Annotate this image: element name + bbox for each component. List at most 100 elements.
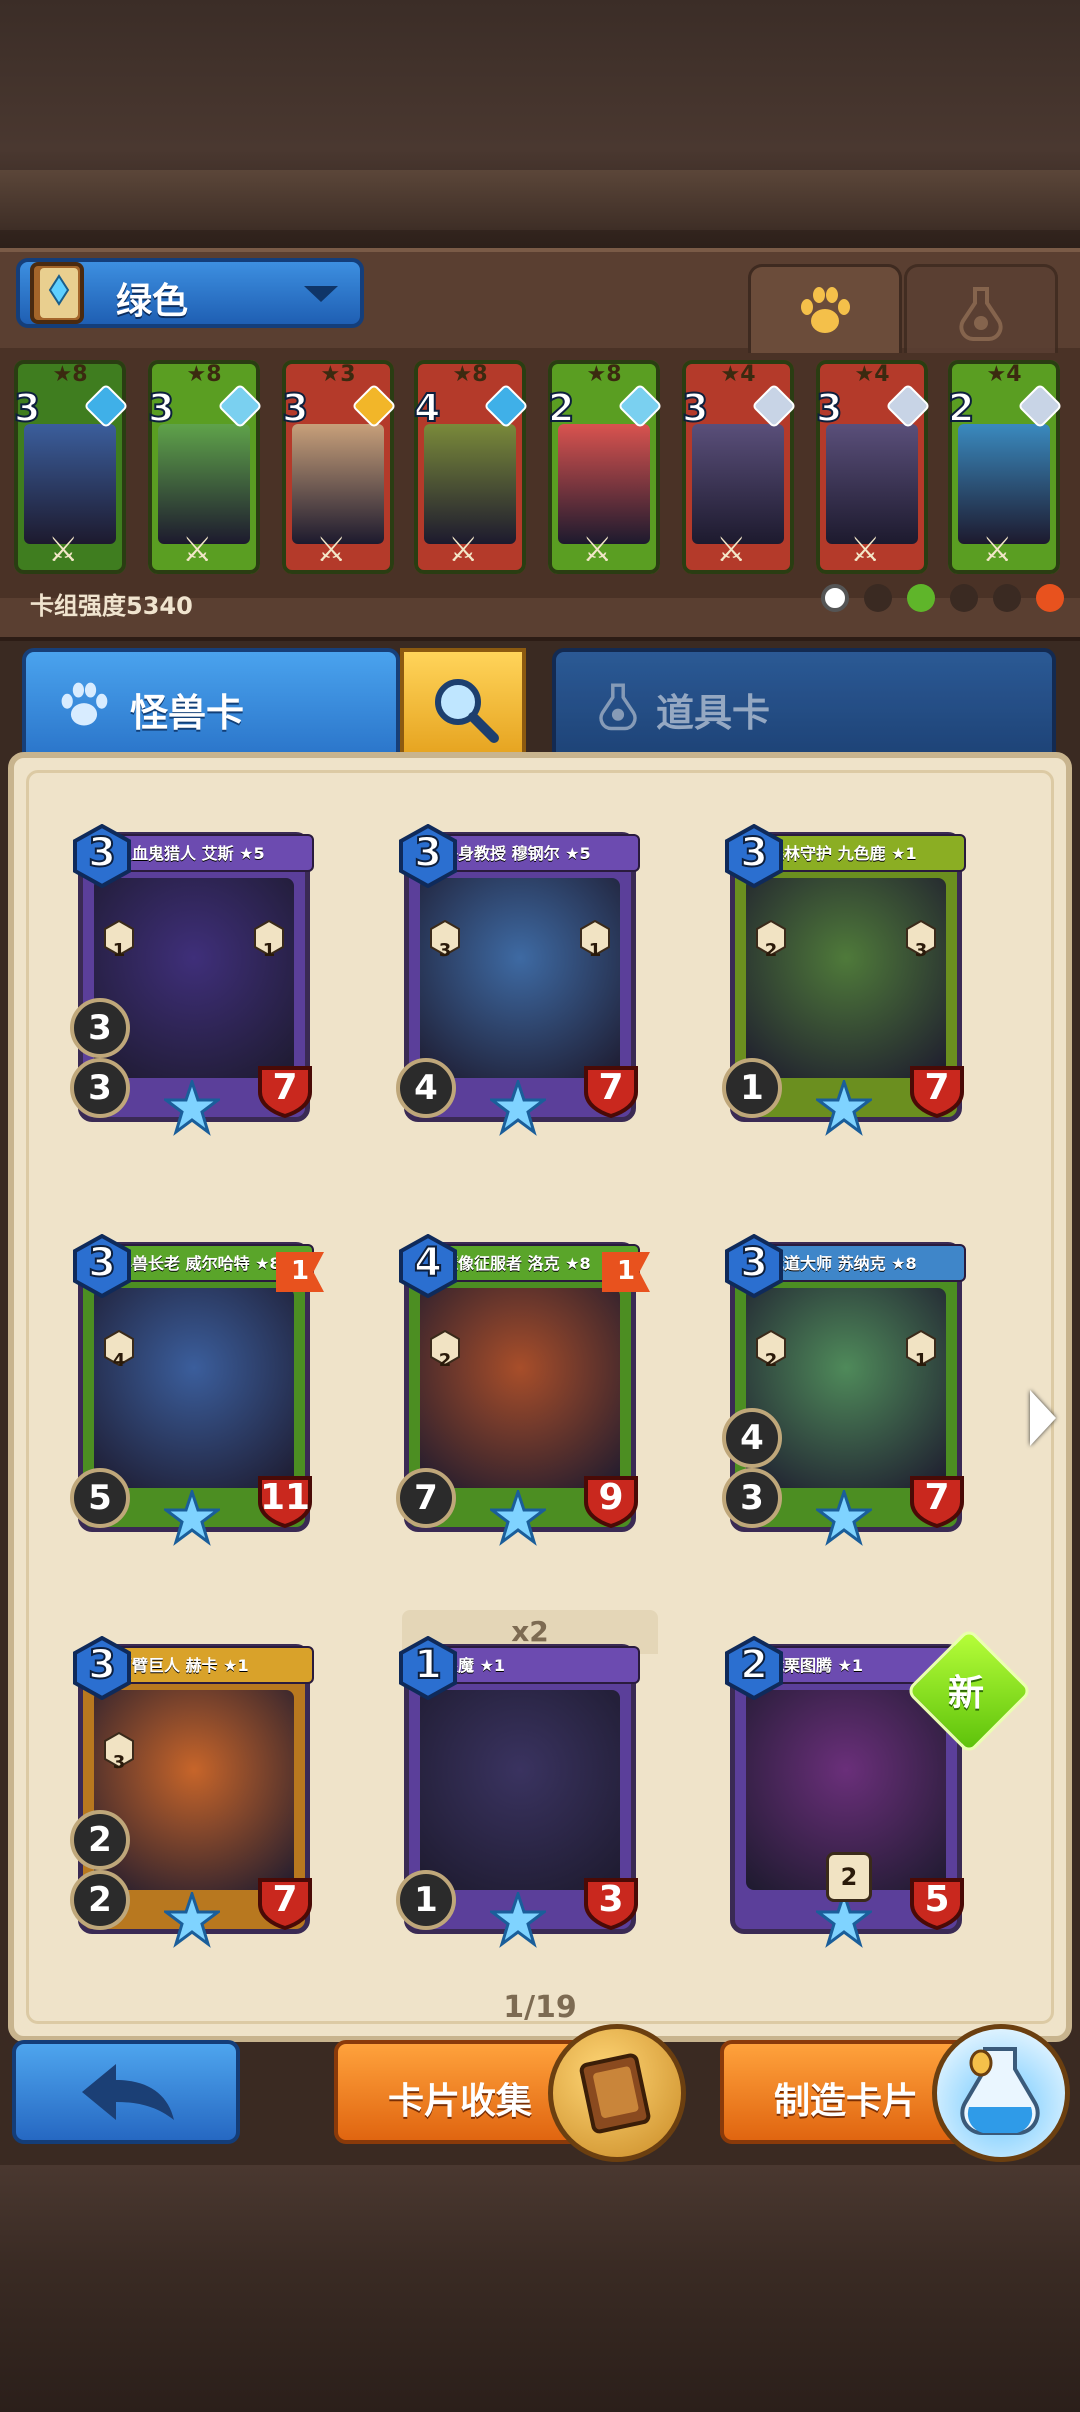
deck-card[interactable]: ★3 3 ⚔	[281, 360, 397, 574]
deck-card[interactable]: ★8 3 ⚔	[147, 360, 263, 574]
card-cost: 1	[413, 1641, 443, 1689]
deck-card[interactable]: ★4 2 ⚔	[947, 360, 1063, 574]
tab-monster-cards[interactable]: 怪兽卡	[22, 648, 400, 758]
ability-hex-icon: 4	[104, 1329, 134, 1371]
filter-beast-icon[interactable]	[863, 584, 892, 612]
deck-card[interactable]: ★4 3 ⚔	[681, 360, 797, 574]
card-attack: 5	[70, 1468, 130, 1528]
card-cost: 3	[739, 1239, 769, 1287]
deck-card-cost: 3	[147, 385, 175, 431]
deck-card-art	[24, 424, 116, 544]
card-attack: 3	[70, 1058, 130, 1118]
card-art	[420, 878, 620, 1078]
card-health-value: 11	[259, 1477, 311, 1518]
rarity-star-icon	[490, 1490, 546, 1546]
chevron-down-icon[interactable]	[304, 286, 338, 302]
card-attack: 4	[396, 1058, 456, 1118]
rarity-star-icon	[816, 1080, 872, 1136]
deck-card[interactable]: ★8 4 ⚔	[413, 360, 529, 574]
tab-item-deck[interactable]	[904, 264, 1058, 353]
card-health-value: 7	[272, 1067, 298, 1108]
sword-icon: ⚔	[982, 530, 1013, 570]
back-button[interactable]	[12, 2040, 240, 2144]
filter-shadow-icon[interactable]	[949, 584, 978, 612]
card-name: 吸血鬼猎人 艾斯 ★5	[116, 844, 265, 863]
monster-card[interactable]: 眼魔 ★1 1 3 1	[390, 1632, 650, 1962]
deck-filters	[811, 584, 1064, 616]
deck-card-art	[958, 424, 1050, 544]
card-health: 3	[582, 1874, 640, 1930]
monster-card[interactable]: 森林守护 九色鹿 ★1 3 7 1 2 3	[716, 820, 976, 1150]
card-health-value: 7	[272, 1879, 298, 1920]
potion-icon	[599, 683, 637, 731]
craft-potion-icon[interactable]	[932, 2024, 1070, 2162]
deck-selector[interactable]: 绿色	[16, 258, 364, 328]
card-health: 7	[256, 1062, 314, 1118]
next-page-arrow-icon[interactable]	[1030, 1390, 1056, 1446]
card-art	[94, 1690, 294, 1890]
search-button[interactable]	[400, 648, 526, 758]
ability-hex-icon: 1	[906, 1329, 936, 1371]
deck-card[interactable]: ★8 3 ⚔	[13, 360, 129, 574]
filter-nature-icon[interactable]	[906, 584, 935, 612]
rarity-star-icon	[164, 1490, 220, 1546]
ability-value-left: 2	[438, 1350, 452, 1371]
sword-icon: ⚔	[182, 530, 213, 570]
card-name: 眼魔 ★1	[442, 1656, 506, 1675]
deck-card-stars: ★8	[586, 362, 622, 387]
deck-card-stars: ★4	[986, 362, 1022, 387]
monster-card[interactable]: 吸血鬼猎人 艾斯 ★5 3 7 3 3 1 1	[64, 820, 324, 1150]
deck-card-art	[158, 424, 250, 544]
card-health: 7	[908, 1062, 966, 1118]
filter-all-icon[interactable]	[820, 584, 849, 612]
deck-card-stars: ★4	[720, 362, 756, 387]
ability-value-right: 1	[914, 1350, 928, 1371]
card-attack: 2	[70, 1870, 130, 1930]
deck-card-art	[826, 424, 918, 544]
card-health-value: 3	[598, 1879, 624, 1920]
card-health-value: 5	[924, 1879, 950, 1920]
card-art	[420, 1690, 620, 1890]
card-bottom-stat: 2	[826, 1852, 872, 1902]
card-level-flag: 1	[276, 1252, 324, 1292]
ability-hex-icon: 1	[254, 919, 284, 961]
tab-item-label: 道具卡	[656, 691, 771, 735]
card-art	[420, 1288, 620, 1488]
tab-monster-deck[interactable]	[748, 264, 902, 353]
monster-card[interactable]: 百臂巨人 赫卡 ★1 3 7 2 2 3	[64, 1632, 324, 1962]
filter-fire-icon[interactable]	[1036, 584, 1064, 612]
deck-card-art	[424, 424, 516, 544]
card-book-icon[interactable]	[548, 2024, 686, 2162]
ability-hex-icon: 2	[756, 1329, 786, 1371]
sword-icon: ⚔	[316, 530, 347, 570]
rarity-star-icon	[816, 1490, 872, 1546]
monster-card[interactable]: 武道大师 苏纳克 ★8 3 7 3 4 2 1	[716, 1230, 976, 1560]
monster-card[interactable]: 终身教授 穆钢尔 ★5 3 7 4 3 1	[390, 820, 650, 1150]
monster-card[interactable]: 异兽长老 威尔哈特 ★8 3 11 5 4 1	[64, 1230, 324, 1560]
card-health-value: 7	[924, 1067, 950, 1108]
card-cost: 3	[87, 829, 117, 877]
filter-tech-icon[interactable]	[992, 584, 1021, 612]
monster-card[interactable]: 魔像征服者 洛克 ★8 4 9 7 2 1	[390, 1230, 650, 1560]
paw-icon	[61, 682, 108, 726]
ability-value-left: 3	[438, 940, 452, 961]
ability-value-right: 1	[262, 940, 276, 961]
page-indicator: 1/19	[503, 1990, 577, 2025]
deck-card[interactable]: ★8 2 ⚔	[547, 360, 663, 574]
tab-monster-label: 怪兽卡	[130, 691, 245, 735]
card-cost: 4	[413, 1239, 443, 1287]
ability-value-left: 3	[112, 1752, 126, 1773]
top-background	[0, 0, 1080, 250]
card-attack: 7	[396, 1468, 456, 1528]
card-cost: 3	[413, 829, 443, 877]
paw-icon	[801, 287, 850, 333]
deck-card[interactable]: ★4 3 ⚔	[815, 360, 931, 574]
ability-value-left: 2	[764, 940, 778, 961]
card-art	[94, 878, 294, 1078]
ability-hex-icon: 3	[430, 919, 460, 961]
rarity-star-icon	[490, 1080, 546, 1136]
tab-item-cards[interactable]: 道具卡	[552, 648, 1056, 758]
card-attack: 1	[722, 1058, 782, 1118]
deck-card-cost: 3	[281, 385, 309, 431]
ability-hex-icon: 2	[756, 919, 786, 961]
